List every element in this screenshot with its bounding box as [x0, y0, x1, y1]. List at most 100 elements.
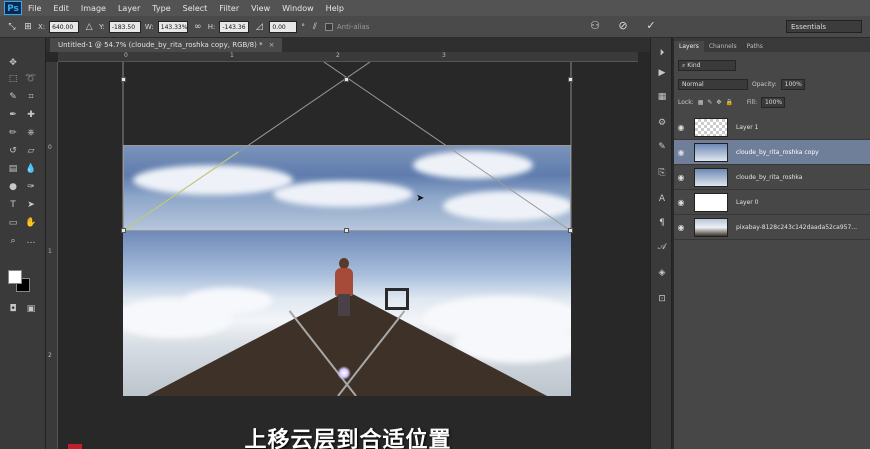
screen-mode-icon[interactable]: ▣: [24, 302, 38, 316]
tab-layers[interactable]: Layers: [674, 41, 704, 52]
close-tab-icon[interactable]: ×: [269, 41, 275, 49]
tab-channels[interactable]: Channels: [704, 41, 742, 52]
transform-handle[interactable]: [121, 77, 126, 82]
dodge-tool-icon[interactable]: ●: [6, 180, 20, 194]
blend-mode-dropdown[interactable]: Normal: [678, 78, 748, 90]
clone-source-icon[interactable]: ⎘: [655, 166, 669, 180]
layer-row[interactable]: ◉ pixabay-8128c243c142daada52ca957...: [674, 215, 870, 240]
lock-row: Lock: ▦ ✎ ✥ 🔒 Fill: 100%: [674, 94, 870, 110]
brush-panel-icon[interactable]: ✎: [655, 140, 669, 154]
transform-handle[interactable]: [568, 228, 573, 233]
kind-filter-dropdown[interactable]: ⌕ Kind: [678, 59, 736, 71]
transform-handle[interactable]: [568, 77, 573, 82]
skew-icon[interactable]: ⫽: [309, 21, 321, 33]
transform-handle[interactable]: [344, 228, 349, 233]
height-field[interactable]: -143.36: [219, 20, 250, 33]
shape-tool-icon[interactable]: ▭: [6, 216, 20, 230]
vertical-ruler[interactable]: 0 1 2: [46, 62, 58, 449]
visibility-eye-icon[interactable]: ◉: [674, 198, 688, 207]
warp-mode-icon[interactable]: ⚇: [588, 18, 602, 34]
timeline-panel-icon[interactable]: ⊡: [655, 292, 669, 306]
play-action-icon[interactable]: ▶: [655, 66, 669, 80]
layer-row[interactable]: ◉ Layer 1: [674, 115, 870, 140]
glyphs-panel-icon[interactable]: 𝒜: [655, 240, 669, 254]
lock-position-icon[interactable]: ✥: [716, 99, 721, 106]
fill-field[interactable]: 100%: [760, 96, 785, 108]
ruler-tick-label: 2: [48, 352, 52, 359]
pen-tool-icon[interactable]: ✑: [24, 180, 38, 194]
quick-mask-icon[interactable]: ◘: [6, 302, 20, 316]
menu-layer[interactable]: Layer: [112, 4, 146, 13]
healing-brush-icon[interactable]: ✚: [24, 108, 38, 122]
type-tool-icon[interactable]: T: [6, 198, 20, 212]
clone-stamp-icon[interactable]: ⎈: [24, 126, 38, 140]
lock-pixels-icon[interactable]: ✎: [707, 99, 712, 106]
transform-bounding-box[interactable]: [123, 145, 571, 231]
lock-transparency-icon[interactable]: ▦: [698, 99, 704, 106]
paragraph-panel-icon[interactable]: ¶: [655, 216, 669, 230]
visibility-eye-icon[interactable]: ◉: [674, 173, 688, 182]
menu-select[interactable]: Select: [177, 4, 214, 13]
menu-edit[interactable]: Edit: [47, 4, 75, 13]
menu-type[interactable]: Type: [146, 4, 176, 13]
layer-name: Layer 0: [736, 198, 759, 206]
commit-transform-icon[interactable]: ✓: [644, 18, 658, 34]
lock-all-icon[interactable]: 🔒: [725, 99, 732, 106]
eyedropper-icon[interactable]: ✒: [6, 108, 20, 122]
menu-window[interactable]: Window: [276, 4, 320, 13]
gradient-tool-icon[interactable]: ▤: [6, 162, 20, 176]
3d-panel-icon[interactable]: ◈: [655, 266, 669, 280]
transform-tool-icon[interactable]: ⤡: [6, 21, 18, 33]
edit-toolbar-icon[interactable]: …: [24, 234, 38, 248]
relative-position-icon[interactable]: △: [83, 21, 95, 33]
cancel-transform-icon[interactable]: ⊘: [616, 18, 630, 34]
brush-tool-icon[interactable]: ✏: [6, 126, 20, 140]
lasso-tool-icon[interactable]: ➰: [24, 72, 38, 86]
marquee-tool-icon[interactable]: ⬚: [6, 72, 20, 86]
document-tabs: Untitled-1 @ 54.7% (cloude_by_rita_roshk…: [46, 38, 650, 52]
zoom-tool-icon[interactable]: ⌕: [6, 234, 20, 248]
layer-row[interactable]: ◉ cloude_by_rita_roshka: [674, 165, 870, 190]
layer-row[interactable]: ◉ Layer 0: [674, 190, 870, 215]
character-panel-icon[interactable]: A: [655, 192, 669, 206]
antialias-checkbox[interactable]: [324, 22, 333, 31]
link-icon[interactable]: ∞: [192, 21, 204, 33]
angle-field[interactable]: 0.00: [269, 20, 298, 33]
visibility-eye-icon[interactable]: ◉: [674, 123, 688, 132]
reference-point-icon[interactable]: ⊞: [22, 21, 34, 33]
history-panel-icon[interactable]: ⏵: [655, 46, 669, 60]
layer-name: pixabay-8128c243c142daada52ca957...: [736, 223, 858, 231]
adjustments-panel-icon[interactable]: ▦: [655, 90, 669, 104]
opacity-field[interactable]: 100%: [780, 78, 805, 90]
transform-handle[interactable]: [121, 228, 126, 233]
canvas[interactable]: ➤ 上移云层到合适位置: [58, 62, 638, 449]
transform-handle[interactable]: [344, 77, 349, 82]
quick-select-icon[interactable]: ✎: [6, 90, 20, 104]
menu-view[interactable]: View: [245, 4, 276, 13]
layer-row[interactable]: ◉ cloude_by_rita_roshka copy: [674, 140, 870, 165]
panel-tabs: Layers Channels Paths: [674, 38, 870, 52]
document-tab[interactable]: Untitled-1 @ 54.7% (cloude_by_rita_roshk…: [50, 38, 283, 52]
y-field[interactable]: -183.50 p: [108, 20, 141, 43]
menu-help[interactable]: Help: [320, 4, 350, 13]
x-field[interactable]: 640.00 px: [49, 20, 80, 43]
hand-tool-icon[interactable]: ✋: [24, 216, 38, 230]
menu-filter[interactable]: Filter: [213, 4, 245, 13]
menu-file[interactable]: File: [22, 4, 47, 13]
foreground-color-swatch[interactable]: [8, 270, 22, 284]
width-field[interactable]: 143.33%: [157, 20, 188, 33]
ruler-tick-label: 0: [48, 144, 52, 151]
move-tool-icon[interactable]: ✥: [6, 56, 20, 70]
path-select-icon[interactable]: ➤: [24, 198, 38, 212]
visibility-eye-icon[interactable]: ◉: [674, 148, 688, 157]
tab-paths[interactable]: Paths: [742, 41, 768, 52]
eraser-tool-icon[interactable]: ▱: [24, 144, 38, 158]
history-brush-icon[interactable]: ↺: [6, 144, 20, 158]
visibility-eye-icon[interactable]: ◉: [674, 223, 688, 232]
crop-tool-icon[interactable]: ⌗: [24, 90, 38, 104]
horizontal-ruler[interactable]: 0 1 2 3: [58, 52, 638, 62]
blur-tool-icon[interactable]: 💧: [24, 162, 38, 176]
workspace-switcher[interactable]: Essentials: [786, 20, 862, 33]
properties-panel-icon[interactable]: ⚙: [655, 116, 669, 130]
menu-image[interactable]: Image: [75, 4, 112, 13]
